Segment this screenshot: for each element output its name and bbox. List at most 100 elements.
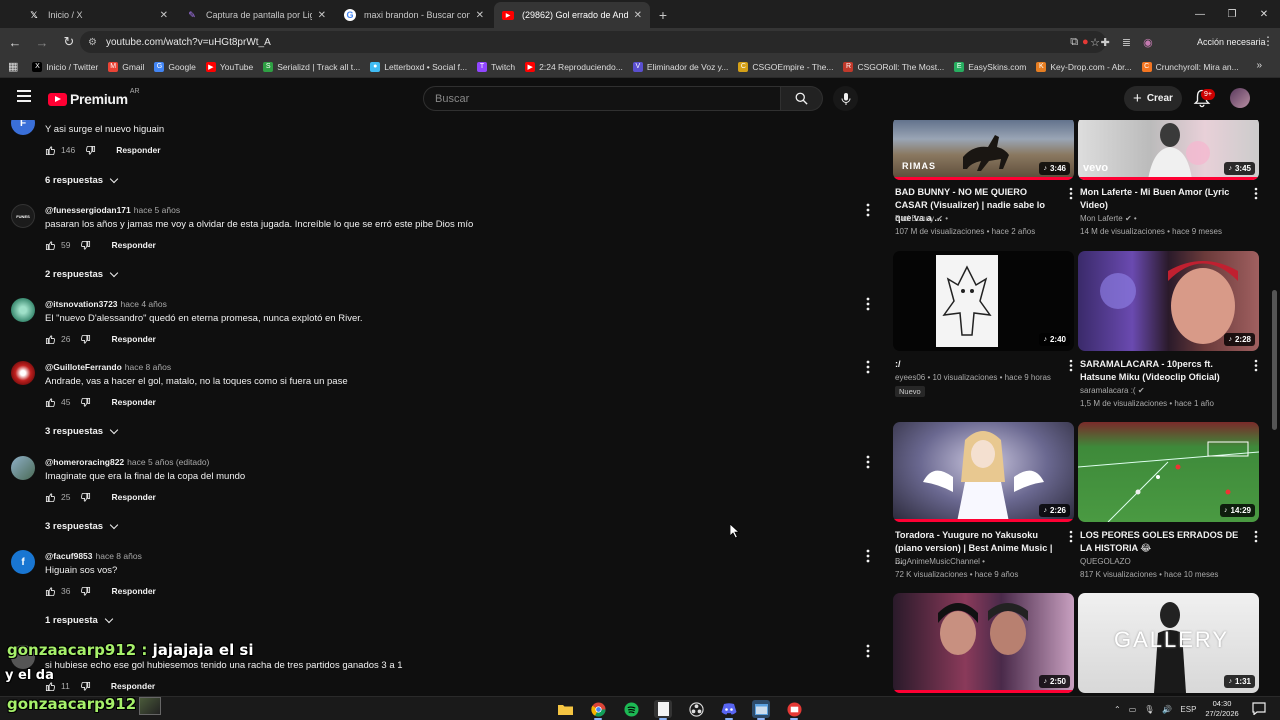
video-menu-icon[interactable]: [1068, 187, 1074, 200]
restore-icon[interactable]: ❐: [1216, 0, 1248, 28]
extension-red-icon[interactable]: ●: [1082, 36, 1089, 48]
comment-time[interactable]: hace 4 años: [121, 299, 167, 309]
tray-volume-icon[interactable]: 🔊: [1162, 705, 1172, 714]
comment-menu-icon[interactable]: [864, 549, 872, 563]
tray-network-icon[interactable]: ▭: [1129, 705, 1137, 714]
reply-button[interactable]: Responder: [111, 334, 155, 344]
comment-menu-icon[interactable]: [864, 297, 872, 311]
video-thumbnail[interactable]: GALLERY 1:31: [1078, 593, 1259, 693]
comment-menu-icon[interactable]: [864, 203, 872, 217]
taskbar-chrome[interactable]: [589, 700, 607, 720]
comment-avatar[interactable]: [11, 361, 35, 385]
comment-menu-icon[interactable]: [864, 455, 872, 469]
comment-author[interactable]: @funessergiodan171: [45, 205, 131, 215]
taskbar-red-app[interactable]: [785, 700, 803, 720]
voice-search-button[interactable]: [833, 86, 858, 111]
install-app-icon[interactable]: ⧉: [1070, 36, 1078, 49]
video-title[interactable]: SARAMALACARA - 10percs ft. Hatsune Miku …: [1080, 358, 1246, 384]
profile-action-label[interactable]: Acción necesaria: [1190, 33, 1273, 51]
thumbs-down-icon[interactable]: [80, 586, 91, 597]
video-thumbnail[interactable]: 2:40: [893, 251, 1074, 351]
bookmark-item[interactable]: ▶ 2:24 Reproduciendo...: [525, 61, 623, 72]
thumbs-down-icon[interactable]: [80, 334, 91, 345]
reply-button[interactable]: Responder: [111, 492, 155, 502]
browser-menu-icon[interactable]: ⋮: [1262, 34, 1274, 48]
thumbs-up-icon[interactable]: [45, 397, 56, 408]
video-thumbnail[interactable]: vevo 3:45: [1078, 120, 1259, 180]
bookmark-item[interactable]: M Gmail: [108, 61, 144, 72]
search-button[interactable]: [781, 86, 823, 111]
video-menu-icon[interactable]: [1253, 530, 1259, 543]
view-replies-button[interactable]: 2 respuestas: [45, 268, 119, 280]
bookmark-item[interactable]: C Crunchyroll: Mira an...: [1141, 61, 1239, 72]
comment-avatar[interactable]: F: [11, 120, 35, 135]
bookmark-item[interactable]: ▶ YouTube: [205, 61, 253, 72]
taskbar-obs[interactable]: [687, 700, 705, 718]
apps-grid-icon[interactable]: ▦: [8, 60, 18, 73]
comment-avatar[interactable]: FUNES: [11, 204, 35, 228]
comment-time[interactable]: hace 8 años: [96, 551, 142, 561]
video-title[interactable]: Mon Laferte - Mi Buen Amor (Lyric Video): [1080, 186, 1246, 212]
create-button[interactable]: + Crear: [1124, 86, 1182, 111]
tray-chevron-up-icon[interactable]: ⌃: [1114, 705, 1121, 714]
reply-button[interactable]: Responder: [111, 681, 155, 691]
taskbar-window-app[interactable]: [752, 700, 770, 720]
new-tab-button[interactable]: +: [652, 2, 674, 28]
view-replies-button[interactable]: 3 respuestas: [45, 520, 119, 532]
more-bookmarks-icon[interactable]: »: [1256, 60, 1262, 71]
browser-tab-lightshot[interactable]: ✎ Captura de pantalla por Lightshot ✕: [178, 2, 334, 28]
video-channel[interactable]: saramalacara :( ✔: [1080, 386, 1145, 395]
extensions-puzzle-icon[interactable]: ✚: [1101, 36, 1110, 49]
tray-keyboard-lang[interactable]: ESP: [1180, 705, 1196, 714]
close-tab-icon[interactable]: ✕: [476, 10, 484, 21]
youtube-premium-logo[interactable]: Premium AR: [48, 88, 140, 107]
thumbs-up-icon[interactable]: [45, 492, 56, 503]
thumbs-down-icon[interactable]: [80, 681, 91, 692]
view-replies-button[interactable]: 3 respuestas: [45, 425, 119, 437]
thumbs-up-icon[interactable]: [45, 240, 56, 251]
close-tab-icon[interactable]: ✕: [634, 10, 642, 21]
reply-button[interactable]: Responder: [111, 397, 155, 407]
menu-hamburger-icon[interactable]: [17, 90, 31, 102]
video-title[interactable]: LOS PEORES GOLES ERRADOS DE LA HISTORIA …: [1080, 529, 1246, 555]
comment-time[interactable]: hace 5 años: [134, 205, 180, 215]
bookmark-item[interactable]: G Google: [154, 61, 196, 72]
taskbar-discord[interactable]: [720, 700, 738, 720]
view-replies-button[interactable]: 1 respuesta: [45, 614, 114, 626]
video-channel[interactable]: QUEGOLAZO: [1080, 557, 1131, 566]
reply-button[interactable]: Responder: [111, 240, 155, 250]
comment-author[interactable]: @facuf9853: [45, 551, 93, 561]
taskbar-notepad[interactable]: [654, 700, 672, 720]
video-thumbnail[interactable]: 2:50: [893, 593, 1074, 693]
back-arrow-icon[interactable]: ←: [3, 30, 27, 54]
thumbs-down-icon[interactable]: [85, 145, 96, 156]
bookmark-item[interactable]: R CSGORoll: The Most...: [843, 61, 944, 72]
forward-arrow-icon[interactable]: →: [30, 30, 54, 54]
video-channel[interactable]: Mon Laferte ✔ •: [1080, 214, 1137, 223]
video-channel[interactable]: eyees06 • 10 visualizaciones • hace 9 ho…: [895, 373, 1051, 382]
search-input[interactable]: Buscar: [423, 86, 781, 111]
browser-tab-x[interactable]: 𝕏 Inicio / X ✕: [20, 2, 176, 28]
reply-button[interactable]: Responder: [111, 586, 155, 596]
bookmark-item[interactable]: X Inicio / Twitter: [32, 61, 98, 72]
taskbar-file-explorer[interactable]: [556, 700, 574, 718]
media-controls-icon[interactable]: ≣: [1122, 36, 1131, 49]
comment-menu-icon[interactable]: [864, 644, 872, 658]
browser-tab-google[interactable]: G maxi brandon - Buscar con Google ✕: [336, 2, 492, 28]
user-avatar[interactable]: [1230, 88, 1250, 108]
thumbs-up-icon[interactable]: [45, 586, 56, 597]
view-replies-button[interactable]: 6 respuestas: [45, 174, 119, 186]
close-tab-icon[interactable]: ✕: [160, 10, 168, 21]
video-menu-icon[interactable]: [1253, 187, 1259, 200]
comment-author[interactable]: @itsnovation3723: [45, 299, 118, 309]
page-scrollbar[interactable]: [1272, 290, 1277, 430]
comment-menu-icon[interactable]: [864, 360, 872, 374]
reload-icon[interactable]: ↻: [57, 30, 81, 54]
profile-avatar-icon[interactable]: ◉: [1143, 36, 1153, 49]
comment-author[interactable]: @homeroracing822: [45, 457, 124, 467]
video-thumbnail[interactable]: 2:28: [1078, 251, 1259, 351]
comment-time[interactable]: hace 8 años: [125, 362, 171, 372]
reply-button[interactable]: Responder: [116, 145, 160, 155]
video-channel[interactable]: Bad Bunny ✔ •: [895, 214, 948, 223]
taskbar-clock[interactable]: 04:30 27/2/2026: [1200, 699, 1244, 719]
